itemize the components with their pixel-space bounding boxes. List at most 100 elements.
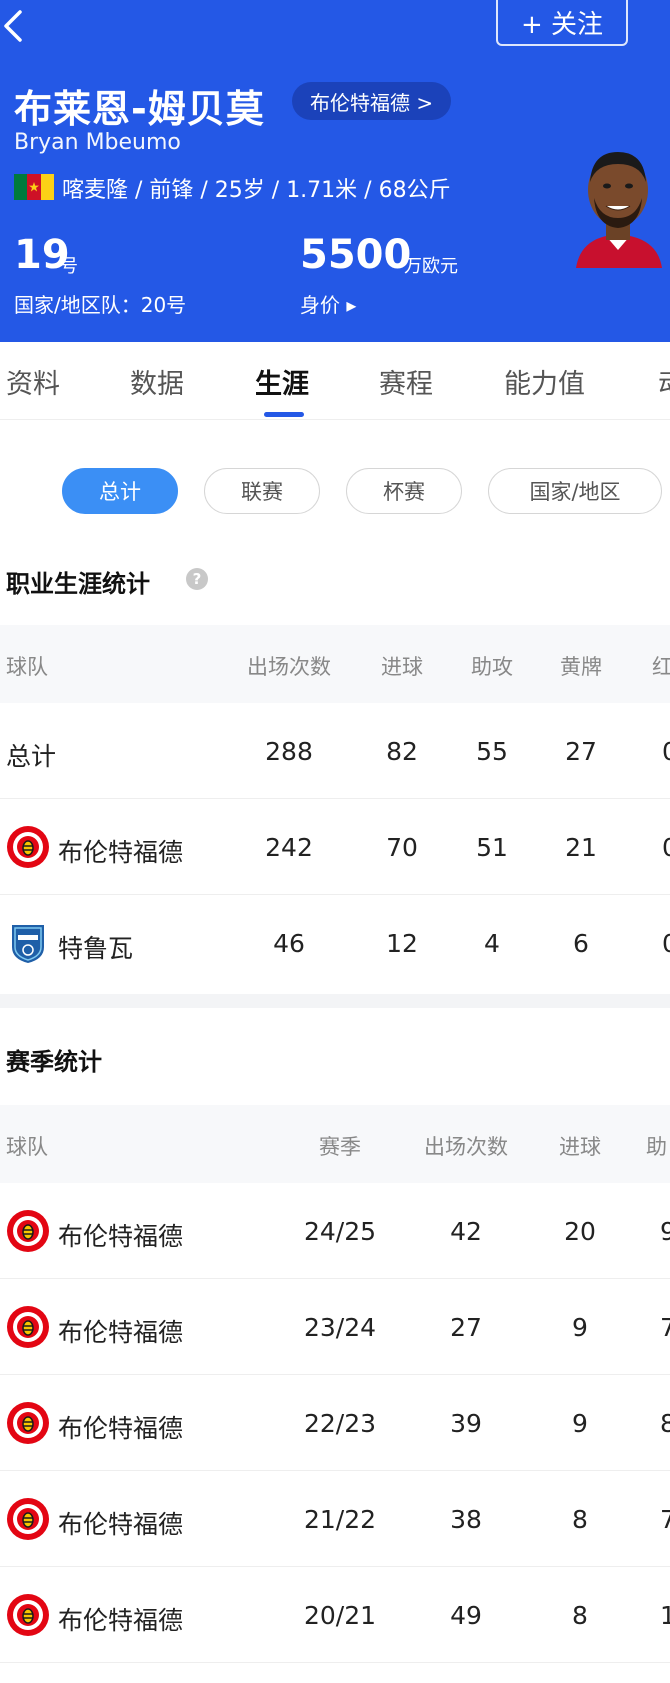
- assists-value: 1: [660, 1601, 670, 1630]
- player-bio: 喀麦隆 / 前锋 / 25岁 / 1.71米 / 68公斤: [62, 178, 451, 203]
- col-season: 赛季: [319, 1135, 361, 1159]
- col-assists: 助: [646, 1135, 667, 1159]
- col-apps: 出场次数: [247, 655, 331, 679]
- team-name: 布伦特福德: [58, 1222, 184, 1251]
- season-table-header: 球队 赛季 出场次数 进球 助: [0, 1105, 670, 1183]
- brentford-logo-icon: [7, 1210, 49, 1252]
- yellow-value: 21: [565, 833, 597, 862]
- season-value: 24/25: [303, 1217, 377, 1246]
- tab-stats[interactable]: 数据: [130, 362, 184, 401]
- col-red: 红: [652, 655, 670, 679]
- assists-value: 9: [660, 1217, 670, 1246]
- cameroon-flag-icon: [14, 174, 54, 200]
- follow-button[interactable]: + 关注: [496, 0, 628, 46]
- player-name-en: Bryan Mbeumo: [14, 130, 181, 155]
- goals-value: 82: [386, 737, 418, 766]
- brentford-logo-icon: [7, 1498, 49, 1540]
- apps-value: 39: [450, 1409, 482, 1438]
- team-name: 特鲁瓦: [58, 934, 134, 963]
- goals-value: 9: [572, 1409, 588, 1438]
- table-row[interactable]: 布伦特福德 242 70 51 21 0: [0, 799, 670, 895]
- goals-value: 12: [386, 929, 418, 958]
- table-row[interactable]: 总计 288 82 55 27 0: [0, 703, 670, 799]
- yellow-value: 6: [573, 929, 589, 958]
- tab-active-indicator: [264, 412, 304, 417]
- goals-value: 9: [572, 1313, 588, 1342]
- back-arrow-icon[interactable]: [0, 6, 30, 46]
- player-avatar: [576, 152, 662, 268]
- goals-value: 20: [564, 1217, 596, 1246]
- table-row[interactable]: 布伦特福德 22/23 39 9 8: [0, 1375, 670, 1471]
- team-name: 布伦特福德: [58, 1318, 184, 1347]
- red-value: 0: [662, 833, 670, 862]
- season-value: 21/22: [303, 1505, 377, 1534]
- apps-value: 288: [265, 737, 313, 766]
- brentford-logo-icon: [7, 1594, 49, 1636]
- goals-value: 8: [572, 1601, 588, 1630]
- troyes-logo-icon: [12, 925, 44, 963]
- tab-more[interactable]: 动: [658, 362, 670, 401]
- col-yellow: 黄牌: [560, 655, 602, 679]
- col-team: 球队: [6, 655, 48, 679]
- season-value: 22/23: [303, 1409, 377, 1438]
- table-row[interactable]: 布伦特福德 21/22 38 8 7: [0, 1471, 670, 1567]
- table-row[interactable]: 布伦特福德 20/21 49 8 1: [0, 1567, 670, 1663]
- assists-value: 55: [476, 737, 508, 766]
- assists-value: 51: [476, 833, 508, 862]
- table-row[interactable]: 布伦特福德 23/24 27 9 7: [0, 1279, 670, 1375]
- col-apps: 出场次数: [424, 1135, 508, 1159]
- shirt-number-unit: 号: [60, 256, 78, 277]
- career-table-header: 球队 出场次数 进球 助攻 黄牌 红: [0, 625, 670, 703]
- assists-value: 7: [660, 1505, 670, 1534]
- season-stats-title: 赛季统计: [6, 1048, 102, 1076]
- goals-value: 8: [572, 1505, 588, 1534]
- filter-national[interactable]: 国家/地区: [488, 468, 662, 514]
- team-link[interactable]: 布伦特福德 >: [292, 82, 452, 120]
- assists-value: 4: [484, 929, 500, 958]
- market-value-unit: 万欧元: [404, 256, 458, 277]
- player-name: 布莱恩-姆贝莫: [14, 87, 265, 131]
- assists-value: 7: [660, 1313, 670, 1342]
- col-goals: 进球: [381, 655, 423, 679]
- red-value: 0: [662, 929, 670, 958]
- help-icon[interactable]: ?: [186, 568, 208, 590]
- tab-bar: 资料 数据 生涯 赛程 能力值 动: [0, 342, 670, 420]
- table-row[interactable]: 特鲁瓦 46 12 4 6 0: [0, 895, 670, 991]
- brentford-logo-icon: [7, 826, 49, 868]
- apps-value: 38: [450, 1505, 482, 1534]
- apps-value: 46: [273, 929, 305, 958]
- market-value: 5500: [300, 232, 412, 278]
- team-name: 布伦特福德: [58, 1510, 184, 1539]
- red-value: 0: [662, 737, 670, 766]
- apps-value: 27: [450, 1313, 482, 1342]
- apps-value: 42: [450, 1217, 482, 1246]
- section-divider: [0, 994, 670, 1008]
- tab-schedule[interactable]: 赛程: [379, 362, 433, 401]
- brentford-logo-icon: [7, 1402, 49, 1444]
- filter-total[interactable]: 总计: [62, 468, 178, 514]
- team-name: 布伦特福德: [58, 1414, 184, 1443]
- season-value: 23/24: [303, 1313, 377, 1342]
- col-assists: 助攻: [471, 655, 513, 679]
- team-name: 布伦特福德: [58, 1606, 184, 1635]
- market-value-link[interactable]: 身价 ▸: [300, 289, 356, 318]
- season-value: 20/21: [303, 1601, 377, 1630]
- col-team: 球队: [6, 1135, 48, 1159]
- tab-profile[interactable]: 资料: [6, 362, 60, 401]
- apps-value: 242: [265, 833, 313, 862]
- brentford-logo-icon: [7, 1306, 49, 1348]
- player-header: + 关注 布莱恩-姆贝莫 布伦特福德 > Bryan Mbeumo 喀麦隆 / …: [0, 0, 670, 342]
- tab-career[interactable]: 生涯: [255, 362, 309, 401]
- career-stats-title: 职业生涯统计: [6, 570, 150, 598]
- filter-league[interactable]: 联赛: [204, 468, 320, 514]
- apps-value: 49: [450, 1601, 482, 1630]
- goals-value: 70: [386, 833, 418, 862]
- col-goals: 进球: [559, 1135, 601, 1159]
- assists-value: 8: [660, 1409, 670, 1438]
- yellow-value: 27: [565, 737, 597, 766]
- tab-ability[interactable]: 能力值: [504, 362, 585, 401]
- team-name: 总计: [6, 742, 57, 771]
- table-row[interactable]: 布伦特福德 24/25 42 20 9: [0, 1183, 670, 1279]
- national-team-number: 国家/地区队：20号: [14, 293, 187, 317]
- filter-cup[interactable]: 杯赛: [346, 468, 462, 514]
